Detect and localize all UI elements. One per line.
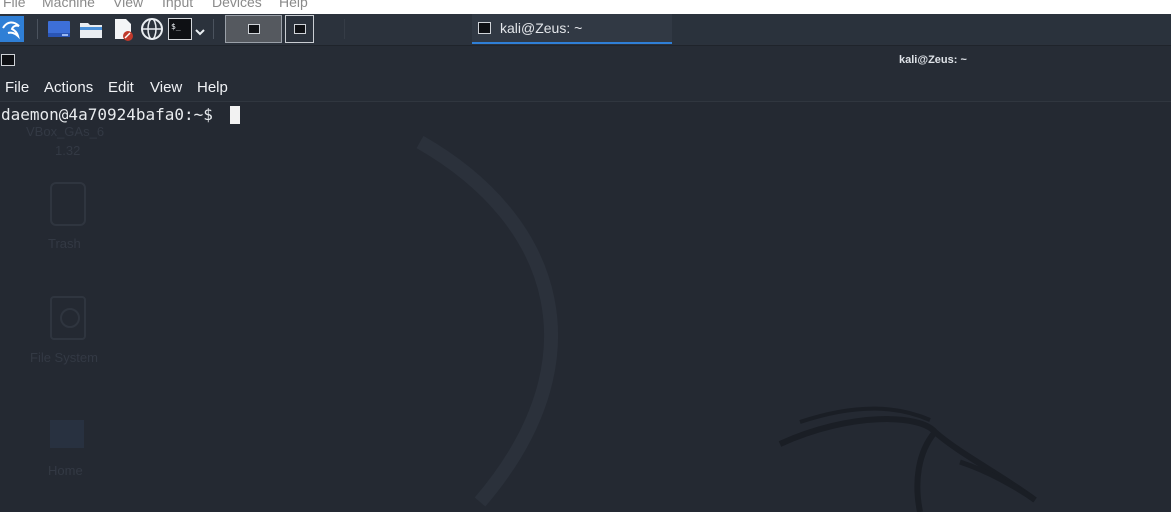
desktop-icon-label-vbox-version: 1.32: [55, 143, 81, 158]
terminal-icon: [478, 22, 491, 34]
vbox-menu-help[interactable]: Help: [279, 0, 308, 10]
top-panel: $_ kali@Zeus: ~: [0, 14, 1171, 46]
panel-separator: [344, 19, 345, 39]
vbox-menu-machine[interactable]: Machine: [42, 0, 95, 10]
svg-text:$_: $_: [171, 22, 181, 31]
text-cursor: [230, 106, 240, 124]
window-title: kali@Zeus: ~: [899, 54, 967, 66]
window-titlebar[interactable]: kali@Zeus: ~: [0, 46, 1171, 74]
vbox-menu-input[interactable]: Input: [162, 0, 193, 10]
workspace-2-button[interactable]: [285, 15, 314, 43]
menu-help[interactable]: Help: [197, 79, 228, 96]
desktop-icon[interactable]: [47, 17, 71, 41]
chevron-down-icon[interactable]: [194, 23, 206, 36]
terminal-area[interactable]: VBox_GAs_6 1.32 Trash File System Home d…: [0, 102, 1171, 512]
terminal-icon[interactable]: $_: [168, 18, 192, 40]
menu-actions[interactable]: Actions: [44, 79, 93, 96]
vbox-menu-view[interactable]: View: [113, 0, 143, 10]
home-folder-icon: [50, 420, 84, 448]
menu-file[interactable]: File: [5, 79, 29, 96]
panel-empty-area: [672, 14, 1171, 44]
panel-separator: [213, 19, 214, 39]
file-system-icon: [50, 296, 86, 340]
workspace-1-button[interactable]: [225, 15, 282, 43]
text-editor-icon[interactable]: [111, 17, 135, 41]
desktop-icon-label-home: Home: [48, 463, 83, 478]
panel-separator: [37, 19, 38, 39]
terminal-window-icon[interactable]: [1, 54, 15, 66]
shell-prompt: daemon@4a70924bafa0:~$: [1, 105, 223, 124]
desktop-icon-label-filesystem: File System: [30, 350, 98, 365]
active-indicator: [472, 42, 672, 44]
trash-icon: [50, 182, 86, 226]
kali-dragon-watermark: [416, 135, 1037, 512]
vbox-menubar: File Machine View Input Devices Help: [0, 0, 1171, 14]
terminal-mini-icon: [247, 24, 260, 34]
terminal-menubar: File Actions Edit View Help: [0, 74, 1171, 102]
terminal-mini-icon: [293, 24, 306, 34]
menu-edit[interactable]: Edit: [108, 79, 134, 96]
file-manager-icon[interactable]: [79, 17, 103, 41]
vbox-menu-devices[interactable]: Devices: [212, 0, 262, 10]
web-browser-icon[interactable]: [140, 17, 164, 41]
menu-view[interactable]: View: [150, 79, 182, 96]
desktop-icon-label-vbox: VBox_GAs_6: [26, 124, 105, 139]
vbox-menu-file[interactable]: File: [3, 0, 26, 10]
desktop-icon-label-trash: Trash: [48, 236, 81, 251]
kali-menu-icon[interactable]: [0, 16, 24, 42]
taskbar-window-button[interactable]: kali@Zeus: ~: [472, 14, 672, 44]
taskbar-window-title: kali@Zeus: ~: [500, 20, 583, 36]
